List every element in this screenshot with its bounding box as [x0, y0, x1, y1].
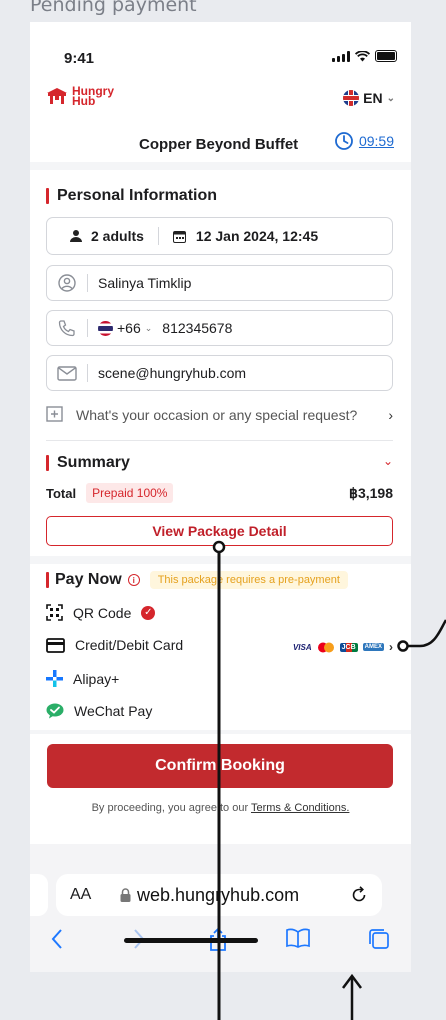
annotation-overlay — [212, 540, 446, 1020]
